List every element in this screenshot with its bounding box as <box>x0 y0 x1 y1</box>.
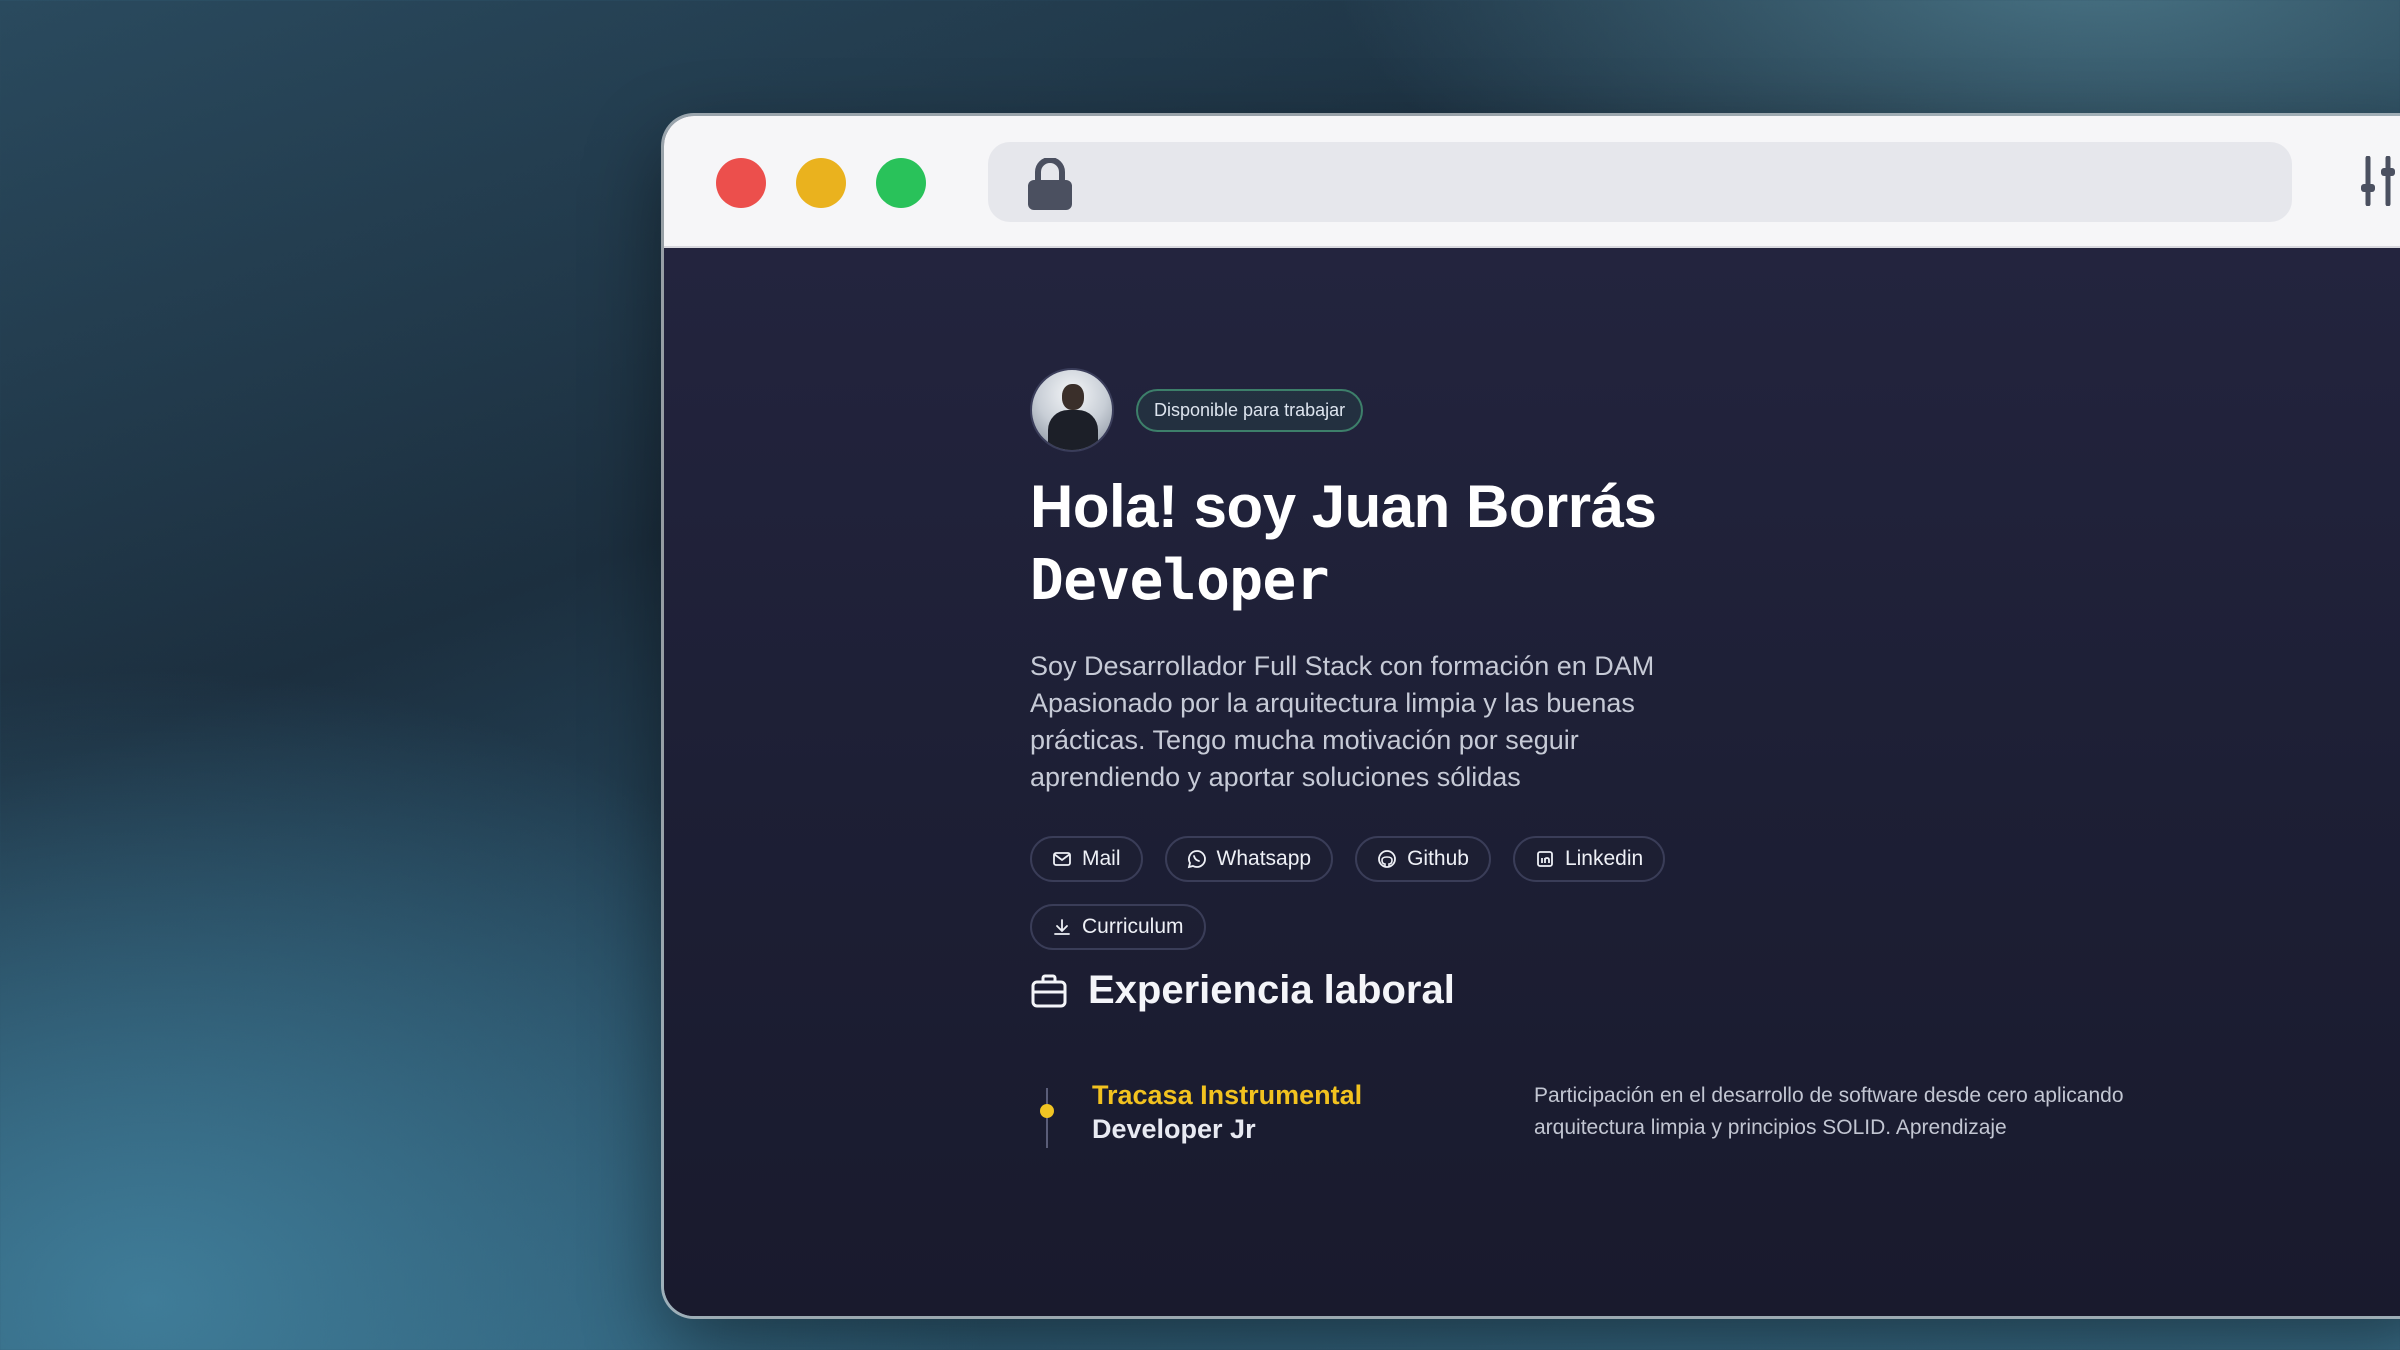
linkedin-icon <box>1537 851 1553 867</box>
curriculum-button[interactable]: Curriculum <box>1030 904 1206 950</box>
page-title: Hola! soy Juan Borrás Developer <box>1030 470 1730 618</box>
mail-button[interactable]: Mail <box>1030 836 1143 882</box>
github-icon <box>1378 850 1396 868</box>
briefcase-icon <box>1031 974 1067 1007</box>
address-bar[interactable] <box>988 142 2292 222</box>
browser-window: Disponible para trabajar Hola! soy Juan … <box>664 116 2400 1316</box>
experience-title: Experiencia laboral <box>1088 968 1455 1012</box>
page-content: Disponible para trabajar Hola! soy Juan … <box>664 248 2400 1316</box>
browser-titlebar <box>664 116 2400 248</box>
github-label: Github <box>1407 847 1469 870</box>
hero-role: Developer <box>1030 548 1329 613</box>
whatsapp-label: Whatsapp <box>1216 847 1312 870</box>
lock-icon <box>1028 158 1072 210</box>
download-icon <box>1054 919 1070 935</box>
job-role: Developer Jr <box>1092 1114 1256 1144</box>
job-company: Tracasa Instrumental <box>1092 1080 1363 1110</box>
mail-label: Mail <box>1082 847 1121 870</box>
timeline-line <box>1046 1088 1048 1148</box>
hero-description: Soy Desarrollador Full Stack con formaci… <box>1030 651 1655 792</box>
close-window-button[interactable] <box>716 158 766 208</box>
profile-row: Disponible para trabajar <box>1030 368 1730 452</box>
hero-greeting: Hola! soy Juan Borrás <box>1030 473 1657 540</box>
mail-icon <box>1053 852 1071 866</box>
minimize-window-button[interactable] <box>796 158 846 208</box>
experience-heading: Experiencia laboral <box>1030 968 1455 1013</box>
github-button[interactable]: Github <box>1355 836 1491 882</box>
linkedin-label: Linkedin <box>1564 847 1644 870</box>
avatar <box>1030 368 1114 452</box>
maximize-window-button[interactable] <box>876 158 926 208</box>
sliders-icon[interactable] <box>2358 156 2398 206</box>
job-description: Participación en el desarrollo de softwa… <box>1534 1084 2124 1139</box>
linkedin-button[interactable]: Linkedin <box>1512 836 1666 882</box>
whatsapp-icon <box>1187 850 1206 869</box>
timeline-dot <box>1040 1104 1054 1118</box>
status-badge: Disponible para trabajar <box>1136 388 1364 432</box>
contact-links: Mail Whatsapp Github Linkedin Curriculum <box>1030 836 1730 950</box>
hero-section: Disponible para trabajar Hola! soy Juan … <box>1030 368 1730 950</box>
whatsapp-button[interactable]: Whatsapp <box>1164 836 1334 882</box>
curriculum-label: Curriculum <box>1082 915 1184 938</box>
